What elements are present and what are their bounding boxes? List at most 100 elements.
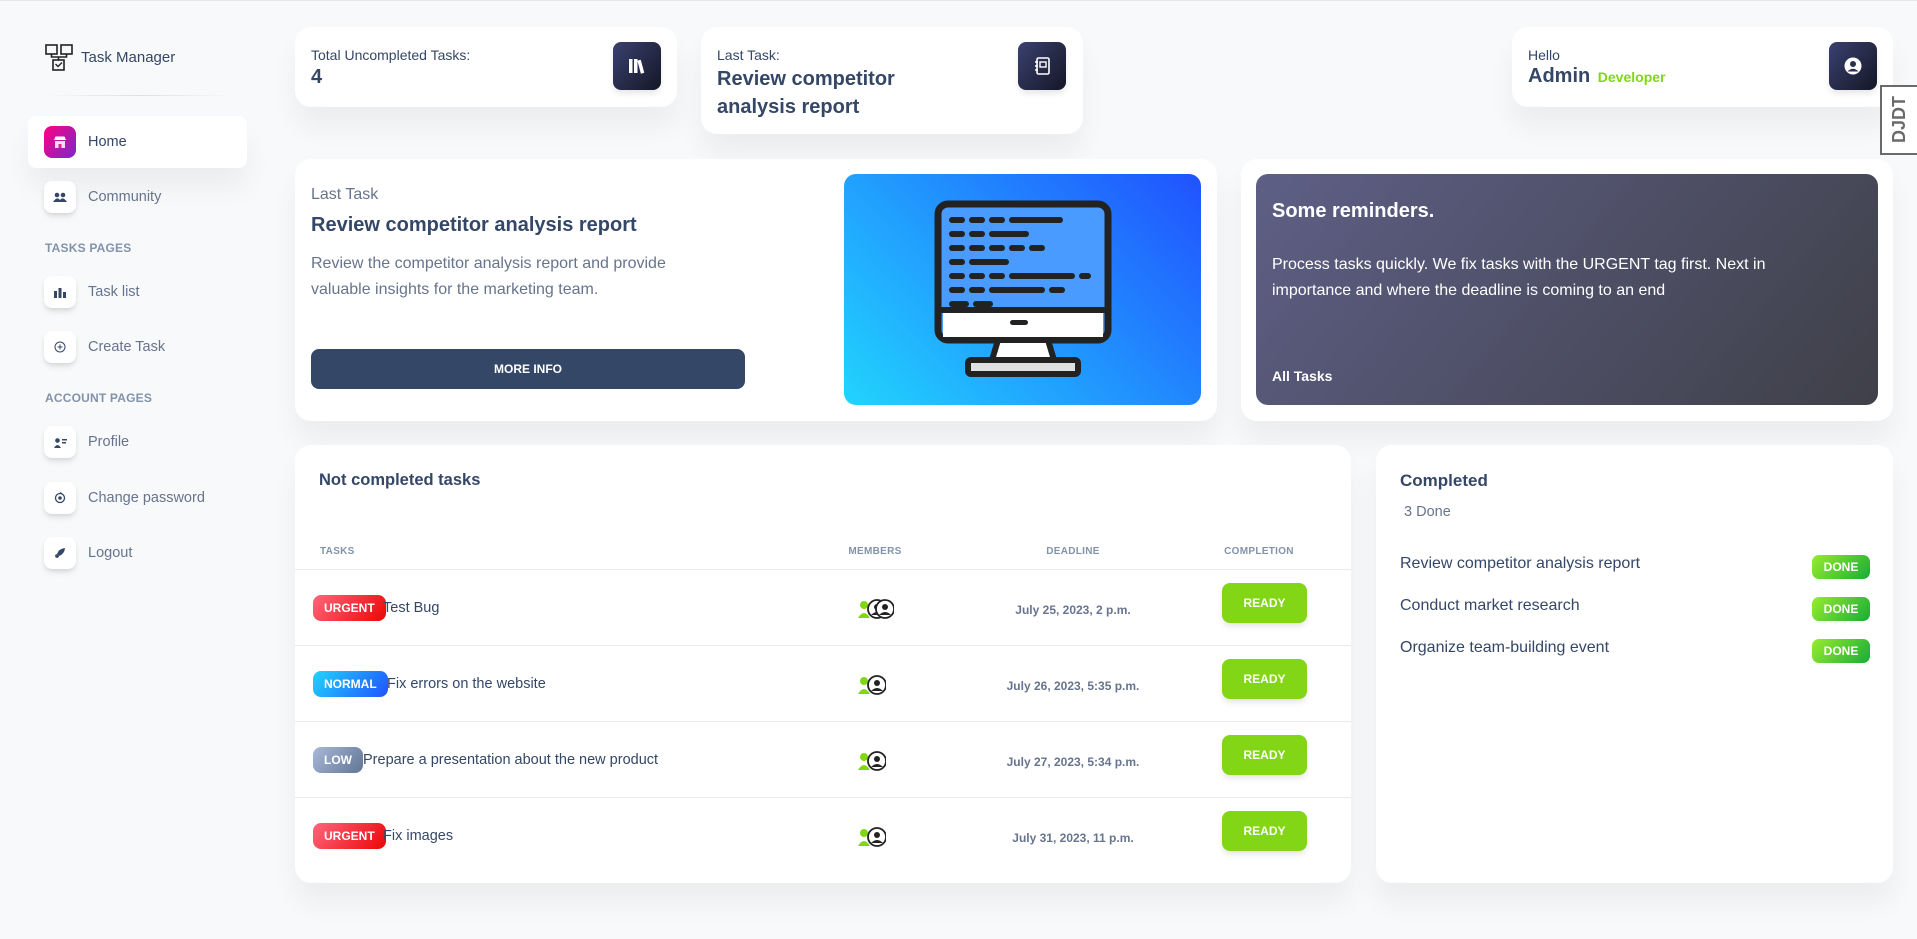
stat-value: 4 bbox=[311, 66, 323, 88]
greeting: Hello bbox=[1528, 47, 1560, 63]
member-avatar-group-icon bbox=[858, 675, 886, 695]
sidebar-item-label: Community bbox=[88, 189, 162, 205]
brand[interactable]: Task Manager bbox=[44, 41, 175, 73]
member-avatar-group-icon bbox=[858, 751, 886, 771]
deadline: July 26, 2023, 5:35 p.m. bbox=[1006, 679, 1140, 693]
stat-card-last-task: Last Task: Review competitor analysis re… bbox=[701, 27, 1083, 134]
sidebar-item-logout[interactable]: Logout bbox=[28, 527, 247, 579]
member-avatar-group-icon bbox=[858, 599, 894, 619]
shop-icon bbox=[44, 126, 76, 158]
more-info-button[interactable]: MORE INFO bbox=[311, 349, 745, 389]
hero-title: Review competitor analysis report bbox=[311, 214, 637, 236]
ready-button[interactable]: READY bbox=[1222, 583, 1307, 623]
done-badge: DONE bbox=[1812, 597, 1870, 621]
member-avatar-group-icon bbox=[858, 827, 886, 847]
user-card-icon bbox=[44, 426, 76, 458]
task-name: Fix images bbox=[383, 828, 454, 844]
deadline: July 31, 2023, 11 p.m. bbox=[1012, 831, 1134, 845]
reminders-card: Some reminders. Process tasks quickly. W… bbox=[1241, 159, 1893, 421]
sidebar-item-label: Profile bbox=[88, 434, 130, 450]
list-item: Organize team-building event DONE bbox=[1400, 635, 1870, 665]
debug-toolbar-handle[interactable]: DJDT bbox=[1880, 85, 1917, 155]
sidebar-item-create-task[interactable]: Create Task bbox=[28, 321, 247, 373]
ready-button[interactable]: READY bbox=[1222, 735, 1307, 775]
completed-title: Completed bbox=[1400, 471, 1488, 490]
done-badge: DONE bbox=[1812, 639, 1870, 663]
completed-task-name: Conduct market research bbox=[1400, 597, 1580, 614]
plus-circle-icon bbox=[44, 331, 76, 363]
task-name: Prepare a presentation about the new pro… bbox=[363, 752, 659, 768]
not-completed-tasks-card: Not completed tasks TASKS MEMBERS DEADLI… bbox=[295, 445, 1351, 883]
ready-button[interactable]: READY bbox=[1222, 659, 1307, 699]
deadline: July 25, 2023, 2 p.m. bbox=[1015, 603, 1131, 617]
divider bbox=[44, 95, 234, 96]
key-icon bbox=[44, 482, 76, 514]
completed-task-name: Organize team-building event bbox=[1400, 639, 1610, 656]
sidebar-item-profile[interactable]: Profile bbox=[28, 416, 247, 468]
stat-label: Last Task: bbox=[717, 47, 780, 63]
sidebar-item-label: Change password bbox=[88, 490, 205, 506]
user-name: Admin bbox=[1528, 65, 1591, 87]
ready-button[interactable]: READY bbox=[1222, 811, 1307, 851]
description-line: Review the competitor analysis report an… bbox=[311, 255, 666, 272]
sidebar-item-label: Task list bbox=[88, 284, 140, 300]
sidebar-item-change-password[interactable]: Change password bbox=[28, 472, 247, 524]
priority-badge: LOW bbox=[313, 747, 363, 773]
sidebar-item-label: Logout bbox=[88, 545, 133, 561]
rocket-icon bbox=[44, 537, 76, 569]
members-avatars bbox=[858, 674, 886, 696]
sidebar: Task Manager Home Community TASKS PAGES … bbox=[28, 1, 248, 939]
list-item: Conduct market research DONE bbox=[1400, 593, 1870, 623]
stat-value-line: analysis report bbox=[717, 96, 860, 118]
members-avatars bbox=[858, 750, 886, 772]
priority-badge: URGENT bbox=[313, 595, 386, 621]
list-item: Review competitor analysis report DONE bbox=[1400, 551, 1870, 581]
members-avatars bbox=[858, 598, 894, 620]
books-icon bbox=[613, 42, 661, 90]
notebook-icon bbox=[1018, 42, 1066, 90]
column-header-members: MEMBERS bbox=[848, 546, 902, 557]
completed-card: Completed 3 Done Review competitor analy… bbox=[1376, 445, 1893, 883]
last-task-card: Last Task Review competitor analysis rep… bbox=[295, 159, 1217, 421]
section-heading-tasks: TASKS PAGES bbox=[45, 241, 132, 255]
description-line: valuable insights for the marketing team… bbox=[311, 281, 599, 298]
stat-value: Review competitor analysis report bbox=[717, 65, 895, 121]
table-row: URGENT Fix images July 31, 2023, 11 p.m.… bbox=[295, 797, 1351, 873]
done-badge: DONE bbox=[1812, 555, 1870, 579]
reminders-text: Process tasks quickly. We fix tasks with… bbox=[1272, 252, 1765, 304]
table-row: NORMAL Fix errors on the website July 26… bbox=[295, 645, 1351, 721]
stat-card-uncompleted: Total Uncompleted Tasks: 4 bbox=[295, 27, 677, 107]
reminders-text-line: importance and where the deadline is com… bbox=[1272, 282, 1666, 299]
column-header-completion: COMPLETION bbox=[1224, 546, 1294, 557]
eyebrow: Last Task bbox=[311, 186, 379, 203]
priority-badge: URGENT bbox=[313, 823, 386, 849]
task-name: Fix errors on the website bbox=[387, 676, 546, 692]
members-avatars bbox=[858, 826, 886, 848]
table-row: LOW Prepare a presentation about the new… bbox=[295, 721, 1351, 797]
column-header-deadline: DEADLINE bbox=[1046, 546, 1100, 557]
sitemap-icon bbox=[45, 44, 73, 71]
all-tasks-link[interactable]: All Tasks bbox=[1272, 368, 1332, 384]
table-title: Not completed tasks bbox=[319, 471, 481, 489]
user-circle-icon[interactable] bbox=[1829, 42, 1877, 90]
hero-description: Review the competitor analysis report an… bbox=[311, 251, 666, 303]
stat-value-line: Review competitor bbox=[717, 68, 895, 90]
sidebar-item-task-list[interactable]: Task list bbox=[28, 266, 247, 318]
column-header-tasks: TASKS bbox=[320, 546, 355, 557]
sidebar-item-home[interactable]: Home bbox=[28, 116, 247, 168]
task-name: Test Bug bbox=[383, 600, 440, 616]
user-role: Developer bbox=[1597, 69, 1666, 85]
sidebar-item-label: Create Task bbox=[88, 339, 166, 355]
sidebar-item-community[interactable]: Community bbox=[28, 171, 247, 223]
people-icon bbox=[44, 181, 76, 213]
priority-badge: NORMAL bbox=[313, 671, 388, 697]
completed-count: 3 Done bbox=[1404, 504, 1451, 520]
stat-label: Total Uncompleted Tasks: bbox=[311, 47, 471, 63]
completed-task-name: Review competitor analysis report bbox=[1400, 555, 1641, 572]
table-row: URGENT Test Bug July 25, 2023, 2 p.m. RE… bbox=[295, 569, 1351, 645]
monitor-code-icon bbox=[844, 174, 1201, 405]
section-heading-account: ACCOUNT PAGES bbox=[45, 391, 153, 405]
reminders-text-line: Process tasks quickly. We fix tasks with… bbox=[1272, 256, 1766, 273]
user-card: Hello Admin Developer bbox=[1512, 27, 1893, 107]
debug-toolbar-label: DJDT bbox=[1889, 96, 1909, 144]
